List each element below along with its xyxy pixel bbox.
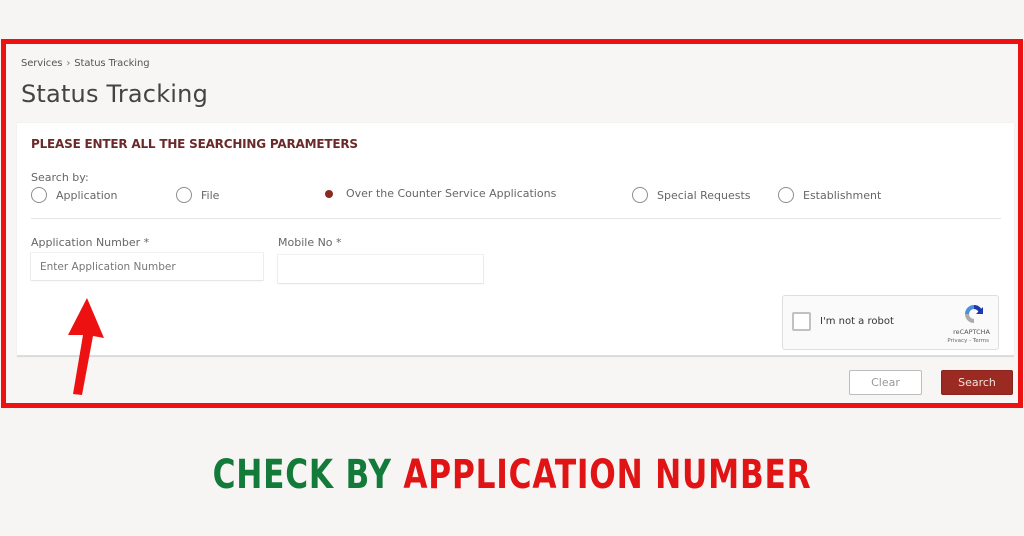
radio-label: Over the Counter Service Applications bbox=[346, 187, 557, 200]
mobile-no-label: Mobile No * bbox=[278, 236, 342, 249]
recaptcha-checkbox[interactable] bbox=[792, 312, 811, 331]
divider bbox=[31, 218, 1001, 219]
search-form-card: PLEASE ENTER ALL THE SEARCHING PARAMETER… bbox=[17, 123, 1014, 357]
radio-label: Establishment bbox=[803, 188, 882, 202]
radio-circle-icon bbox=[778, 187, 794, 203]
radio-label: Application bbox=[56, 188, 118, 202]
form-heading: PLEASE ENTER ALL THE SEARCHING PARAMETER… bbox=[31, 137, 358, 151]
banner-caption: CHECK BY APPLICATION NUMBER bbox=[113, 452, 912, 498]
recaptcha-brand: reCAPTCHA bbox=[953, 328, 990, 336]
radio-label: Special Requests bbox=[657, 188, 751, 202]
page-title: Status Tracking bbox=[21, 80, 209, 108]
application-number-label: Application Number * bbox=[31, 236, 150, 249]
application-number-input[interactable] bbox=[31, 253, 263, 280]
radio-circle-icon bbox=[31, 187, 47, 203]
clear-button[interactable]: Clear bbox=[849, 370, 922, 395]
recaptcha-widget: I'm not a robot reCAPTCHA Privacy - Term… bbox=[782, 295, 999, 350]
breadcrumb-current: Status Tracking bbox=[74, 58, 150, 69]
stage: Services › Status Tracking Status Tracking… bbox=[0, 0, 1024, 536]
radio-special-requests[interactable]: Special Requests bbox=[632, 187, 751, 203]
red-arrow-annotation-icon bbox=[68, 298, 104, 395]
breadcrumb: Services › Status Tracking bbox=[21, 58, 150, 69]
banner-text-green: CHECK BY bbox=[212, 452, 392, 498]
highlight-frame: Services › Status Tracking Status Tracking… bbox=[1, 39, 1023, 408]
radio-file[interactable]: File bbox=[176, 187, 219, 203]
radio-over-the-counter[interactable]: Over the Counter Service Applications bbox=[321, 187, 556, 200]
search-by-label: Search by: bbox=[31, 171, 89, 184]
radio-application[interactable]: Application bbox=[31, 187, 117, 203]
radio-establishment[interactable]: Establishment bbox=[778, 187, 881, 203]
radio-selected-dot-icon bbox=[325, 189, 333, 198]
search-button[interactable]: Search bbox=[941, 370, 1013, 395]
mobile-no-input[interactable] bbox=[278, 255, 483, 283]
radio-circle-icon bbox=[632, 187, 648, 203]
search-by-radio-group: Application File Over the Counter Servic… bbox=[31, 187, 1001, 207]
recaptcha-privacy-terms-link[interactable]: Privacy - Terms bbox=[947, 338, 989, 344]
recaptcha-logo-icon bbox=[965, 305, 983, 323]
radio-label: File bbox=[201, 188, 220, 202]
breadcrumb-services[interactable]: Services bbox=[21, 58, 62, 69]
recaptcha-text: I'm not a robot bbox=[820, 316, 894, 327]
radio-circle-icon bbox=[176, 187, 192, 203]
banner-text-red: APPLICATION NUMBER bbox=[403, 452, 812, 498]
breadcrumb-separator: › bbox=[66, 58, 71, 69]
